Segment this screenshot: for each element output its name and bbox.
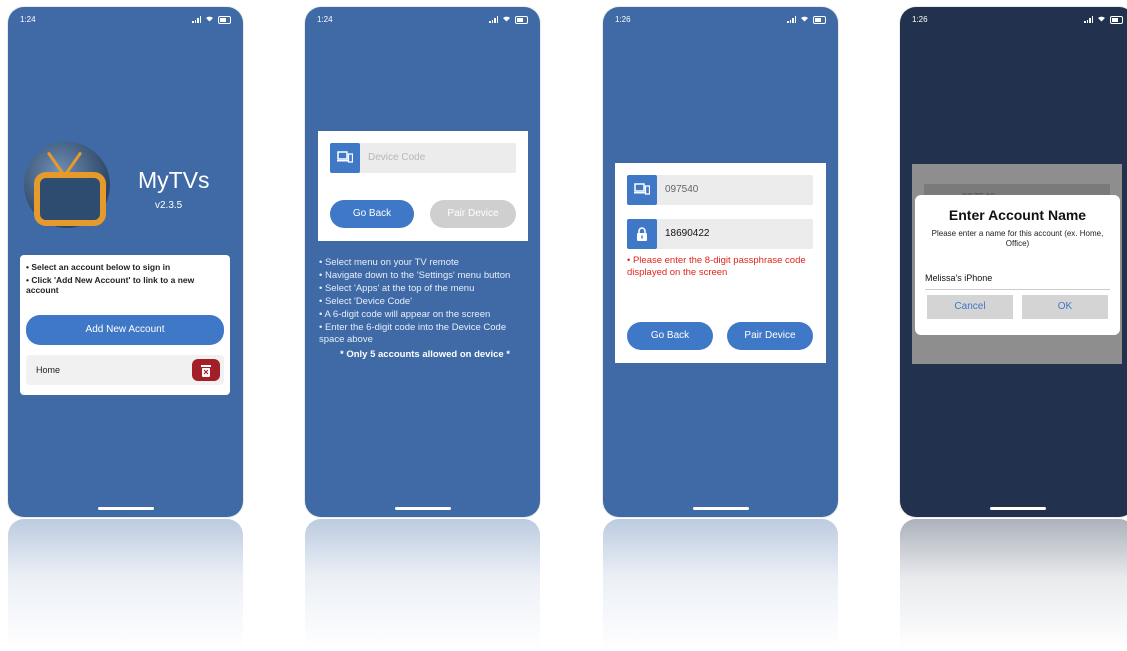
- pairing-instructions: • Select menu on your TV remote • Naviga…: [319, 257, 531, 362]
- instruction-step: • Navigate down to the 'Settings' menu b…: [319, 270, 511, 281]
- app-name: MyTVs: [138, 167, 210, 193]
- status-time: 1:26: [912, 15, 928, 24]
- pair-device-button[interactable]: Pair Device: [727, 322, 813, 350]
- cancel-button[interactable]: Cancel: [927, 295, 1013, 319]
- home-indicator: [97, 507, 154, 510]
- devices-icon: [337, 151, 353, 163]
- phone-reflection: [603, 519, 838, 649]
- status-icons: [489, 15, 528, 24]
- dialog-title: Enter Account Name: [948, 207, 1087, 223]
- phone-reflection: [8, 519, 243, 649]
- status-icons: [787, 15, 826, 24]
- account-row[interactable]: Home: [26, 355, 224, 385]
- instruction-line: • Select an account below to sign in: [26, 262, 171, 272]
- status-icons: [192, 15, 231, 24]
- status-bar: 1:26: [912, 15, 1123, 27]
- signal-icon: [192, 16, 201, 23]
- passphrase-error: • Please enter the 8-digit passphrase co…: [627, 255, 806, 278]
- status-bar: 1:24: [20, 15, 231, 27]
- pairing-card: 097540 18690422 • Please enter the 8-dig…: [615, 163, 826, 363]
- status-time: 1:24: [20, 15, 36, 24]
- device-code-field[interactable]: Device Code: [330, 143, 516, 173]
- app-logo: [24, 142, 110, 228]
- signal-icon: [787, 16, 796, 23]
- signal-icon: [489, 16, 498, 23]
- trash-icon: [201, 365, 211, 377]
- home-indicator: [692, 507, 749, 510]
- phone-reflection: [305, 519, 540, 649]
- passphrase-value: 18690422: [665, 228, 710, 239]
- instruction-step: • A 6-digit code will appear on the scre…: [319, 309, 491, 320]
- instruction-step: • Select 'Apps' at the top of the menu: [319, 283, 475, 294]
- phone-reflection: [900, 519, 1127, 649]
- passphrase-field[interactable]: 18690422: [627, 219, 813, 249]
- wifi-icon: [1097, 15, 1106, 24]
- home-indicator: [394, 507, 451, 510]
- status-bar: 1:26: [615, 15, 826, 27]
- go-back-button[interactable]: Go Back: [627, 322, 713, 350]
- pair-device-button-disabled[interactable]: Pair Device: [430, 200, 516, 228]
- wifi-icon: [502, 15, 511, 24]
- wifi-icon: [205, 15, 214, 24]
- phone-screen-device-code: 1:24 Device Code Go Back Pair Device • S…: [305, 7, 540, 517]
- devices-icon: [634, 183, 650, 195]
- lock-icon-tile: [627, 219, 657, 249]
- home-indicator: [989, 507, 1046, 510]
- phone-screen-account-name: 1:26 097540 Enter Account Name Please en…: [900, 7, 1127, 517]
- lock-icon: [637, 227, 647, 241]
- tv-icon: [34, 172, 106, 226]
- status-time: 1:26: [615, 15, 631, 24]
- device-icon-tile: [330, 143, 360, 173]
- status-bar: 1:24: [317, 15, 528, 27]
- device-code-placeholder: Device Code: [368, 152, 426, 163]
- instruction-step: • Select 'Device Code': [319, 296, 413, 307]
- account-name-input[interactable]: Melissa's iPhone: [925, 273, 1110, 290]
- instruction-step: • Select menu on your TV remote: [319, 257, 459, 268]
- status-time: 1:24: [317, 15, 333, 24]
- instruction-line: • Click 'Add New Account' to link to a n…: [26, 275, 195, 295]
- wifi-icon: [800, 15, 809, 24]
- delete-account-button[interactable]: [192, 359, 220, 381]
- ok-button[interactable]: OK: [1022, 295, 1108, 319]
- add-new-account-button[interactable]: Add New Account: [26, 315, 224, 345]
- device-icon-tile: [627, 175, 657, 205]
- instruction-step: • Enter the 6-digit code into the Device…: [319, 322, 507, 345]
- phone-screen-accounts: 1:24 MyTVs v2.3.5 • Select an account be…: [8, 7, 243, 517]
- phone-screen-passphrase: 1:26 097540 18690422 • Please enter the …: [603, 7, 838, 517]
- battery-icon: [515, 15, 528, 24]
- signal-icon: [1084, 16, 1093, 23]
- device-code-field[interactable]: 097540: [627, 175, 813, 205]
- account-name: Home: [36, 365, 61, 375]
- battery-icon: [813, 15, 826, 24]
- account-limit-note: * Only 5 accounts allowed on device *: [340, 349, 510, 360]
- status-icons: [1084, 15, 1123, 24]
- battery-icon: [218, 15, 231, 24]
- go-back-button[interactable]: Go Back: [330, 200, 414, 228]
- device-code-card: Device Code Go Back Pair Device: [318, 131, 528, 241]
- battery-icon: [1110, 15, 1123, 24]
- dialog-message: Please enter a name for this account (ex…: [931, 229, 1104, 248]
- app-version: v2.3.5: [155, 200, 183, 211]
- device-code-value: 097540: [665, 184, 699, 195]
- account-name-dialog: Enter Account Name Please enter a name f…: [915, 195, 1120, 335]
- accounts-card: • Select an account below to sign in • C…: [20, 255, 230, 395]
